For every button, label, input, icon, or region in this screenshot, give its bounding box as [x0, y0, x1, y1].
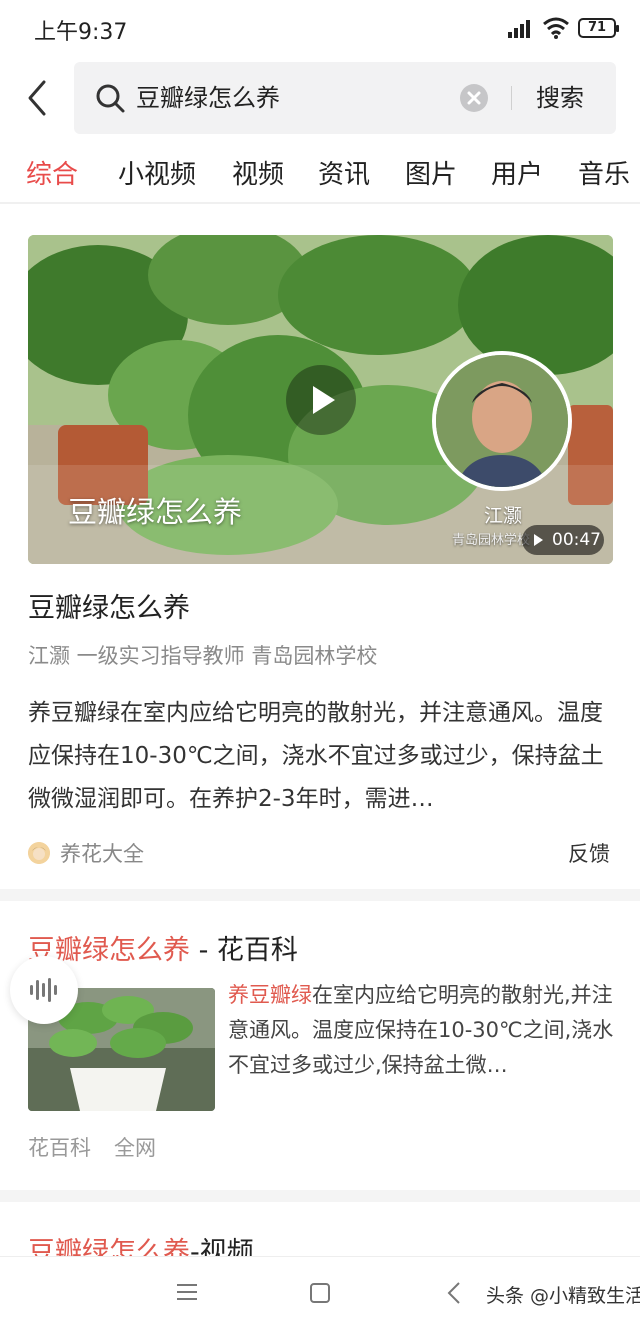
search-input[interactable]: 豆瓣绿怎么养	[136, 80, 280, 116]
home-icon[interactable]	[310, 1283, 330, 1303]
article-summary-highlight: 养豆瓣绿	[228, 983, 312, 1007]
clear-icon[interactable]	[460, 84, 488, 112]
nav-back-icon[interactable]	[446, 1281, 462, 1305]
article-source: 花百科	[28, 1136, 91, 1160]
play-small-icon	[534, 534, 543, 546]
watermark: 头条 @小精致生活	[486, 1285, 640, 1307]
signal-icon	[508, 18, 534, 38]
tab-video[interactable]: 视频	[232, 154, 284, 191]
presenter-avatar	[432, 351, 572, 491]
battery-icon: 71	[578, 18, 619, 38]
search-button[interactable]: 搜索	[536, 80, 584, 116]
article-summary[interactable]: 养豆瓣绿在室内应给它明亮的散射光,并注意通风。温度应保持在10-30℃之间,浇水…	[228, 978, 616, 1083]
tab-short-video[interactable]: 小视频	[118, 154, 196, 191]
article-title-rest: - 花百科	[190, 935, 298, 966]
search-icon	[96, 84, 125, 113]
status-time: 上午9:37	[34, 20, 128, 45]
source-name[interactable]: 养花大全	[60, 838, 144, 868]
tab-users[interactable]: 用户	[491, 154, 543, 191]
article-network: 全网	[114, 1136, 156, 1160]
section-separator	[0, 1190, 640, 1202]
wifi-icon	[543, 17, 569, 39]
duration-badge: 00:47	[522, 525, 604, 555]
tab-music[interactable]: 音乐	[578, 154, 630, 191]
result-title[interactable]: 豆瓣绿怎么养	[28, 586, 190, 625]
menu-icon[interactable]	[176, 1283, 198, 1301]
feedback-button[interactable]: 反馈	[568, 838, 610, 868]
video-overlay-title: 豆瓣绿怎么养	[68, 495, 243, 529]
play-icon[interactable]	[286, 365, 356, 435]
back-arrow-icon[interactable]	[22, 78, 52, 118]
source-avatar	[28, 842, 50, 864]
category-tabs: 综合 小视频 视频 资讯 图片 用户 音乐	[0, 148, 640, 200]
section-separator	[0, 889, 640, 901]
tab-comprehensive[interactable]: 综合	[26, 154, 78, 191]
tabs-divider	[0, 202, 640, 204]
system-nav-bar: 头条 @小精致生活	[0, 1256, 640, 1332]
tab-news[interactable]: 资讯	[318, 154, 370, 191]
voice-wave-icon	[30, 978, 57, 1002]
search-divider	[511, 86, 512, 110]
status-bar: 上午9:37 71	[0, 0, 640, 56]
voice-search-button[interactable]	[10, 956, 78, 1024]
presenter-org: 青岛园林学校	[452, 533, 531, 548]
result-author: 江灏 一级实习指导教师 青岛园林学校	[28, 644, 378, 668]
presenter-name: 江灏	[484, 505, 523, 527]
duration-text: 00:47	[552, 530, 601, 550]
result-summary[interactable]: 养豆瓣绿在室内应给它明亮的散射光，并注意通风。温度应保持在10-30℃之间，浇水…	[28, 692, 614, 821]
search-box[interactable]: 豆瓣绿怎么养 搜索	[74, 62, 616, 134]
video-thumbnail[interactable]: 豆瓣绿怎么养 江灏 青岛园林学校 00:47	[28, 235, 613, 564]
tab-images[interactable]: 图片	[405, 154, 457, 191]
